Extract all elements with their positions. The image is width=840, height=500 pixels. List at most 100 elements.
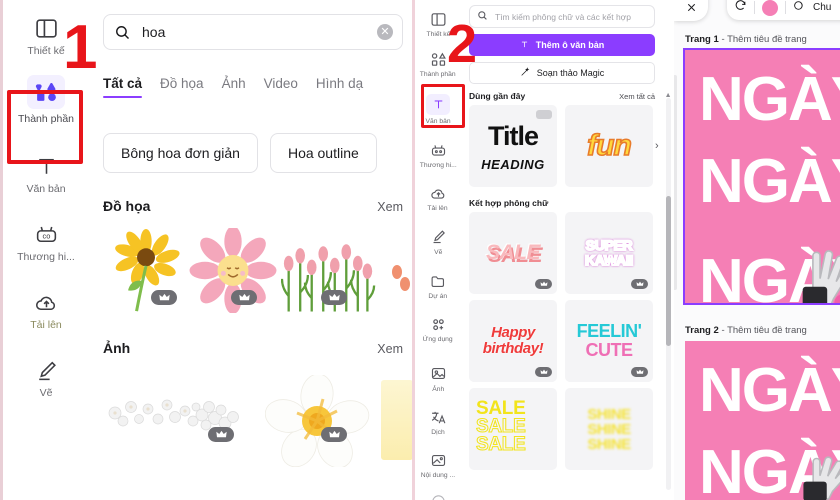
sidebar-label: Thương hi... <box>17 251 75 264</box>
scroll-up-arrow-icon[interactable]: ▲ <box>665 92 672 99</box>
font-search-input[interactable]: Tìm kiếm phông chữ và các kết hợp <box>469 5 655 28</box>
content-planner-icon <box>430 451 447 469</box>
combo-item-label-line2: CUTE <box>585 340 634 360</box>
sidebar-item-thuong-hieu[interactable]: Thương hi... <box>415 128 461 172</box>
premium-crown-badge <box>631 367 648 377</box>
toolbar-divider <box>785 1 786 14</box>
page-1-number: Trang 1 <box>685 34 719 45</box>
tab-hinh-dang[interactable]: Hình dạ <box>316 76 363 98</box>
layout-icon <box>430 10 447 28</box>
combo-item-sale-red[interactable]: SALE <box>469 212 557 294</box>
search-input[interactable]: hoa ✕ <box>103 14 403 50</box>
sidebar-label: Thương hi... <box>419 162 457 169</box>
pen-draw-icon <box>430 228 447 246</box>
recent-see-all-link[interactable]: Xem tất cả <box>619 92 655 101</box>
clear-circle-icon[interactable]: ✕ <box>377 24 393 40</box>
tab-do-hoa[interactable]: Đồ họa <box>160 76 204 98</box>
recent-section-title: Dùng gần đây <box>469 91 526 101</box>
result-partial-graphic[interactable] <box>391 258 412 298</box>
left-panel-content: hoa ✕ Tất cả Đồ họa Ảnh Video Hình dạ Bô… <box>89 0 412 500</box>
result-white-blossom-photo[interactable] <box>103 385 258 455</box>
magic-write-button[interactable]: Soạn thảo Magic <box>469 62 655 84</box>
sidebar-item-ve[interactable]: Vẽ <box>415 216 461 259</box>
combo-item-sale-yellow[interactable]: SALE SALE SALE <box>469 388 557 470</box>
page-1-label[interactable]: Trang 1 - Thêm tiêu đề trang <box>685 34 807 45</box>
combo-item-label-line1: FEELIN' <box>576 321 642 342</box>
add-text-box-button[interactable]: Thêm ô văn bản <box>469 34 655 56</box>
brand-kit-icon: co <box>34 221 59 247</box>
recent-item-line2: HEADING <box>481 156 545 172</box>
sidebar-item-dich[interactable]: Dịch <box>415 396 461 439</box>
recent-item-badge <box>536 110 552 119</box>
color-swatch-button[interactable] <box>762 0 778 16</box>
premium-crown-badge <box>321 427 347 442</box>
recent-item-fun[interactable]: fun <box>565 105 653 187</box>
page-2-thumbnail[interactable]: NGÀY NGÀY <box>685 341 840 500</box>
slide-text-line1: NGÀY <box>699 65 840 134</box>
apps-grid-icon <box>430 315 447 333</box>
sidebar-label: Ứng dụng <box>422 336 454 344</box>
sidebar-item-tai-len[interactable]: Tải lên <box>415 172 461 215</box>
chip-bong-hoa-don-gian[interactable]: Bông hoa đơn giản <box>103 133 258 173</box>
sidebar-label: Thiết kế <box>27 45 65 57</box>
combo-item-feelin-cute[interactable]: FEELIN' CUTE <box>565 300 653 382</box>
result-yellow-bloom-photo[interactable] <box>381 380 412 460</box>
premium-crown-badge <box>535 279 552 289</box>
editor-toolbar: Chu <box>727 0 840 20</box>
combo-item-label: SHINE SHINE SHINE <box>587 405 631 453</box>
tab-tat-ca[interactable]: Tất cả <box>103 76 143 98</box>
magic-wand-icon <box>520 67 530 79</box>
upload-cloud-icon <box>34 289 59 315</box>
section-header-anh: Ảnh Xem <box>103 340 403 356</box>
sidebar-item-ve[interactable]: Vẽ <box>3 337 89 405</box>
result-plumeria-photo[interactable] <box>264 373 370 469</box>
section-more-link[interactable]: Xem <box>377 342 403 356</box>
pen-draw-icon <box>34 357 59 383</box>
svg-text:co: co <box>42 231 50 240</box>
premium-crown-badge <box>535 367 552 377</box>
sidebar-item-tai-len[interactable]: Tải lên <box>3 269 89 337</box>
left-capture-panel: Thiết kế Thành phần Văn bản co Thương hi… <box>0 0 412 500</box>
panel-scrollbar-thumb[interactable] <box>666 196 671 346</box>
sidebar-item-thuong-hieu[interactable]: co Thương hi... <box>3 201 89 269</box>
sidebar-item-noi-dung[interactable]: Nội dung ... <box>415 439 461 482</box>
sidebar-label: Nội dung ... <box>420 472 456 480</box>
slide-text-line1: NGÀY <box>699 356 840 425</box>
page-1-thumbnail[interactable]: NGÀY NGÀY NGÀY <box>683 48 840 305</box>
page-2-label[interactable]: Trang 2 - Thêm tiêu đề trang <box>685 325 807 336</box>
tab-video[interactable]: Video <box>264 76 298 98</box>
toolbar-divider <box>754 1 755 14</box>
sidebar-item-anh[interactable]: Ảnh <box>415 356 461 396</box>
slide-hand-graphic <box>802 250 840 303</box>
sidebar-item-du-an[interactable]: Dự án <box>415 259 461 303</box>
combo-item-super-kawaii[interactable]: SUPER KAWAII <box>565 212 653 294</box>
chevron-right-icon[interactable]: › <box>655 140 659 152</box>
brand-round-icon: co <box>430 493 447 500</box>
chip-hoa-outline[interactable]: Hoa outline <box>269 133 377 173</box>
tab-anh[interactable]: Ảnh <box>222 76 246 98</box>
font-search-placeholder: Tìm kiếm phông chữ và các kết hợp <box>495 11 631 22</box>
combos-section-title: Kết hợp phông chữ <box>469 198 549 208</box>
combo-item-label: SALE <box>485 241 541 264</box>
recent-item-line1: Title <box>487 120 539 151</box>
section-more-link[interactable]: Xem <box>377 200 403 214</box>
recent-item-title-heading[interactable]: Title HEADING <box>469 105 557 187</box>
photo-icon <box>430 365 447 383</box>
combo-item-label: Happy birthday! <box>482 323 544 357</box>
folder-icon <box>430 272 447 290</box>
combo-item-happy-birthday[interactable]: Happy birthday! <box>469 300 557 382</box>
brand-kit-icon <box>430 141 447 159</box>
premium-crown-badge <box>208 427 234 442</box>
sidebar-item-brand-round[interactable]: co <box>415 483 461 500</box>
rotate-refresh-icon[interactable] <box>734 0 747 17</box>
upload-cloud-icon <box>430 184 447 202</box>
transparency-icon[interactable] <box>793 0 806 17</box>
premium-crown-badge <box>631 279 648 289</box>
combo-item-shine-yellow[interactable]: SHINE SHINE SHINE <box>565 388 653 470</box>
combo-item-label: SUPER KAWAII <box>584 237 634 269</box>
premium-crown-badge <box>151 290 177 305</box>
sidebar-item-ung-dung[interactable]: Ứng dụng <box>415 303 461 346</box>
close-panel-button[interactable] <box>674 0 708 21</box>
section-title: Ảnh <box>103 340 131 356</box>
right-capture-panel: Chu Trang 1 - Thêm tiêu đề trang NGÀY NG… <box>674 0 840 500</box>
